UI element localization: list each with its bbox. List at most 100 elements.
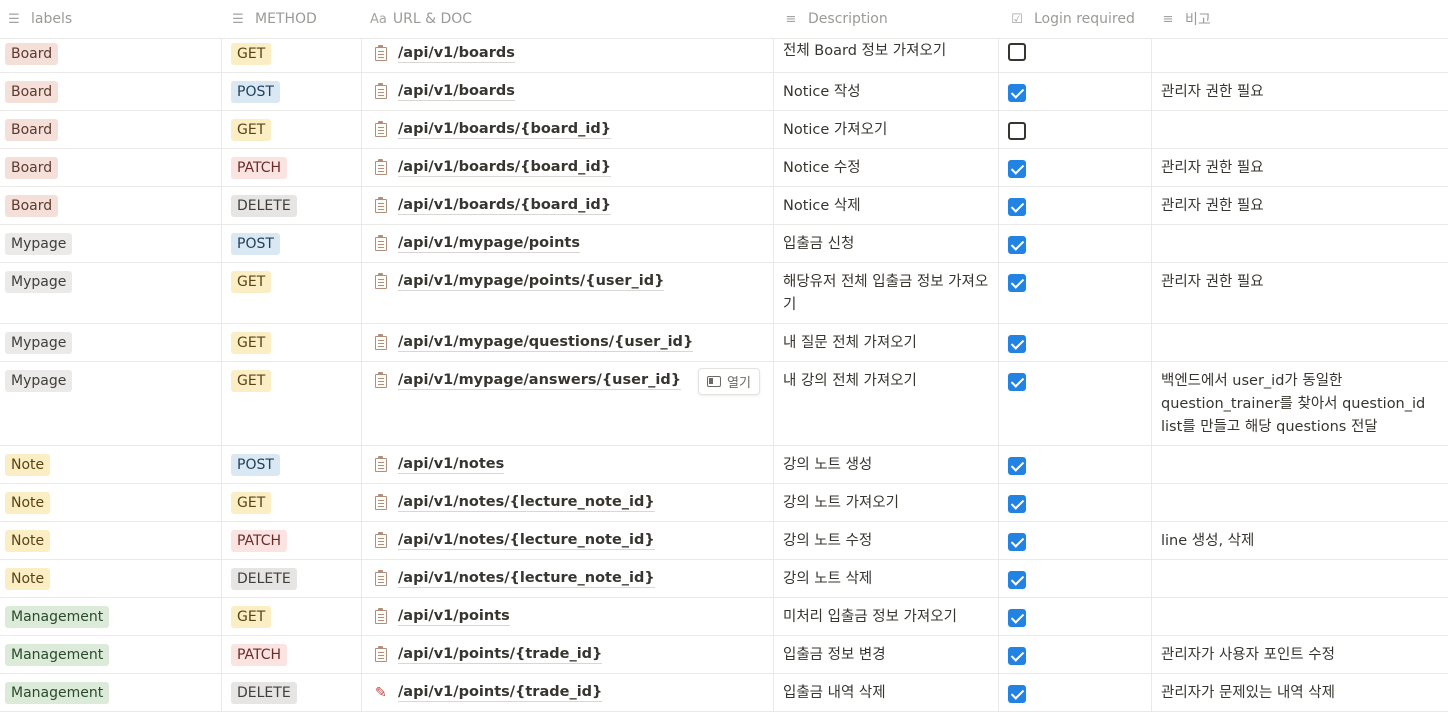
cell-description[interactable]: 입출금 정보 변경 — [773, 636, 998, 673]
login-required-checkbox[interactable] — [1008, 84, 1026, 102]
login-required-checkbox[interactable] — [1008, 495, 1026, 513]
cell-label[interactable]: Mypage — [0, 263, 221, 323]
page-link[interactable]: /api/v1/mypage/points/{user_id} — [375, 263, 665, 301]
cell-note[interactable]: 백엔드에서 user_id가 동일한 question_trainer를 찾아서… — [1151, 362, 1448, 445]
cell-label[interactable]: Board — [0, 187, 221, 224]
cell-url[interactable]: /api/v1/boards/{board_id} — [361, 149, 773, 186]
cell-url[interactable]: /api/v1/points/{trade_id} — [361, 636, 773, 673]
page-link[interactable]: ✎ /api/v1/points/{trade_id} — [375, 674, 603, 712]
cell-method[interactable]: GET — [221, 39, 361, 72]
table-row[interactable]: Board GET/api/v1/boards 전체 Board 정보 가져오기 — [0, 39, 1448, 73]
cell-note[interactable]: 관리자 권한 필요 — [1151, 187, 1448, 224]
cell-login-required[interactable] — [998, 73, 1151, 110]
table-row[interactable]: Mypage POST/api/v1/mypage/points 입출금 신청 — [0, 225, 1448, 263]
cell-method[interactable]: PATCH — [221, 636, 361, 673]
cell-login-required[interactable] — [998, 263, 1151, 323]
table-row[interactable]: Management GET/api/v1/points 미처리 입출금 정보 가져… — [0, 598, 1448, 636]
cell-method[interactable]: POST — [221, 225, 361, 262]
cell-note[interactable]: 관리자가 사용자 포인트 수정 — [1151, 636, 1448, 673]
cell-url[interactable]: /api/v1/boards/{board_id} — [361, 187, 773, 224]
cell-label[interactable]: Mypage — [0, 324, 221, 361]
cell-note[interactable] — [1151, 598, 1448, 635]
table-row[interactable]: Note PATCH/api/v1/notes/{lecture_note_id}… — [0, 522, 1448, 560]
cell-label[interactable]: Management — [0, 636, 221, 673]
cell-description[interactable]: Notice 삭제 — [773, 187, 998, 224]
column-header-note[interactable]: ≡ 비고 — [1151, 0, 1448, 38]
page-link[interactable]: /api/v1/notes/{lecture_note_id} — [375, 560, 655, 598]
cell-method[interactable]: DELETE — [221, 187, 361, 224]
cell-login-required[interactable] — [998, 636, 1151, 673]
cell-note[interactable] — [1151, 446, 1448, 483]
cell-method[interactable]: POST — [221, 73, 361, 110]
page-link[interactable]: /api/v1/notes/{lecture_note_id} — [375, 522, 655, 560]
cell-url[interactable]: /api/v1/notes — [361, 446, 773, 483]
cell-note[interactable] — [1151, 225, 1448, 262]
login-required-checkbox[interactable] — [1008, 236, 1026, 254]
cell-login-required[interactable] — [998, 39, 1151, 72]
open-page-button[interactable]: 열기 — [698, 368, 760, 395]
table-row[interactable]: Management DELETE ✎ /api/v1/points/{trade_i… — [0, 674, 1448, 712]
page-link[interactable]: /api/v1/points — [375, 598, 510, 636]
cell-login-required[interactable] — [998, 560, 1151, 597]
cell-label[interactable]: Board — [0, 39, 221, 72]
table-row[interactable]: Note POST/api/v1/notes 강의 노트 생성 — [0, 446, 1448, 484]
login-required-checkbox[interactable] — [1008, 335, 1026, 353]
cell-login-required[interactable] — [998, 225, 1151, 262]
cell-description[interactable]: 입출금 내역 삭제 — [773, 674, 998, 711]
cell-description[interactable]: 강의 노트 수정 — [773, 522, 998, 559]
cell-url[interactable]: /api/v1/boards — [361, 73, 773, 110]
page-link[interactable]: /api/v1/boards/{board_id} — [375, 149, 612, 187]
cell-note[interactable] — [1151, 560, 1448, 597]
cell-note[interactable]: 관리자 권한 필요 — [1151, 263, 1448, 323]
login-required-checkbox[interactable] — [1008, 457, 1026, 475]
cell-method[interactable]: GET — [221, 263, 361, 323]
page-link[interactable]: /api/v1/mypage/answers/{user_id} — [375, 362, 682, 400]
cell-url[interactable]: /api/v1/mypage/points — [361, 225, 773, 262]
cell-description[interactable]: 해당유저 전체 입출금 정보 가져오기 — [773, 263, 998, 323]
cell-url[interactable]: /api/v1/mypage/answers/{user_id} 열기 — [361, 362, 773, 445]
cell-description[interactable]: 강의 노트 가져오기 — [773, 484, 998, 521]
cell-login-required[interactable] — [998, 598, 1151, 635]
cell-label[interactable]: Note — [0, 522, 221, 559]
page-link[interactable]: /api/v1/boards/{board_id} — [375, 187, 612, 225]
cell-note[interactable]: 관리자가 문제있는 내역 삭제 — [1151, 674, 1448, 711]
table-row[interactable]: Mypage GET/api/v1/mypage/points/{user_id}… — [0, 263, 1448, 324]
cell-label[interactable]: Board — [0, 149, 221, 186]
page-link[interactable]: /api/v1/mypage/questions/{user_id} — [375, 324, 694, 362]
table-row[interactable]: Board POST/api/v1/boards Notice 작성 관리자 권한 필… — [0, 73, 1448, 111]
cell-note[interactable] — [1151, 39, 1448, 72]
cell-note[interactable]: 관리자 권한 필요 — [1151, 73, 1448, 110]
cell-description[interactable]: Notice 가져오기 — [773, 111, 998, 148]
cell-description[interactable]: 미처리 입출금 정보 가져오기 — [773, 598, 998, 635]
page-link[interactable]: /api/v1/boards — [375, 73, 515, 111]
cell-note[interactable] — [1151, 484, 1448, 521]
cell-label[interactable]: Mypage — [0, 225, 221, 262]
cell-login-required[interactable] — [998, 362, 1151, 445]
cell-label[interactable]: Board — [0, 111, 221, 148]
cell-description[interactable]: 내 강의 전체 가져오기 — [773, 362, 998, 445]
page-link[interactable]: /api/v1/notes — [375, 446, 505, 484]
login-required-checkbox[interactable] — [1008, 533, 1026, 551]
table-row[interactable]: Board PATCH/api/v1/boards/{board_id} Notic… — [0, 149, 1448, 187]
cell-url[interactable]: /api/v1/mypage/points/{user_id} — [361, 263, 773, 323]
table-row[interactable]: Mypage GET/api/v1/mypage/answers/{user_id… — [0, 362, 1448, 446]
column-header-method[interactable]: ☰ METHOD — [221, 0, 361, 38]
cell-login-required[interactable] — [998, 446, 1151, 483]
cell-note[interactable] — [1151, 324, 1448, 361]
cell-description[interactable]: Notice 작성 — [773, 73, 998, 110]
page-link[interactable]: /api/v1/points/{trade_id} — [375, 636, 603, 674]
cell-label[interactable]: Note — [0, 446, 221, 483]
cell-url[interactable]: /api/v1/mypage/questions/{user_id} — [361, 324, 773, 361]
cell-url[interactable]: /api/v1/notes/{lecture_note_id} — [361, 522, 773, 559]
table-row[interactable]: Board DELETE/api/v1/boards/{board_id} Noti… — [0, 187, 1448, 225]
cell-url[interactable]: /api/v1/points — [361, 598, 773, 635]
table-row[interactable]: Note GET/api/v1/notes/{lecture_note_id} 강의… — [0, 484, 1448, 522]
cell-login-required[interactable] — [998, 111, 1151, 148]
cell-description[interactable]: 강의 노트 삭제 — [773, 560, 998, 597]
login-required-checkbox[interactable] — [1008, 274, 1026, 292]
cell-label[interactable]: Mypage — [0, 362, 221, 445]
login-required-checkbox[interactable] — [1008, 571, 1026, 589]
cell-login-required[interactable] — [998, 187, 1151, 224]
table-row[interactable]: Note DELETE/api/v1/notes/{lecture_note_id… — [0, 560, 1448, 598]
cell-label[interactable]: Management — [0, 674, 221, 711]
